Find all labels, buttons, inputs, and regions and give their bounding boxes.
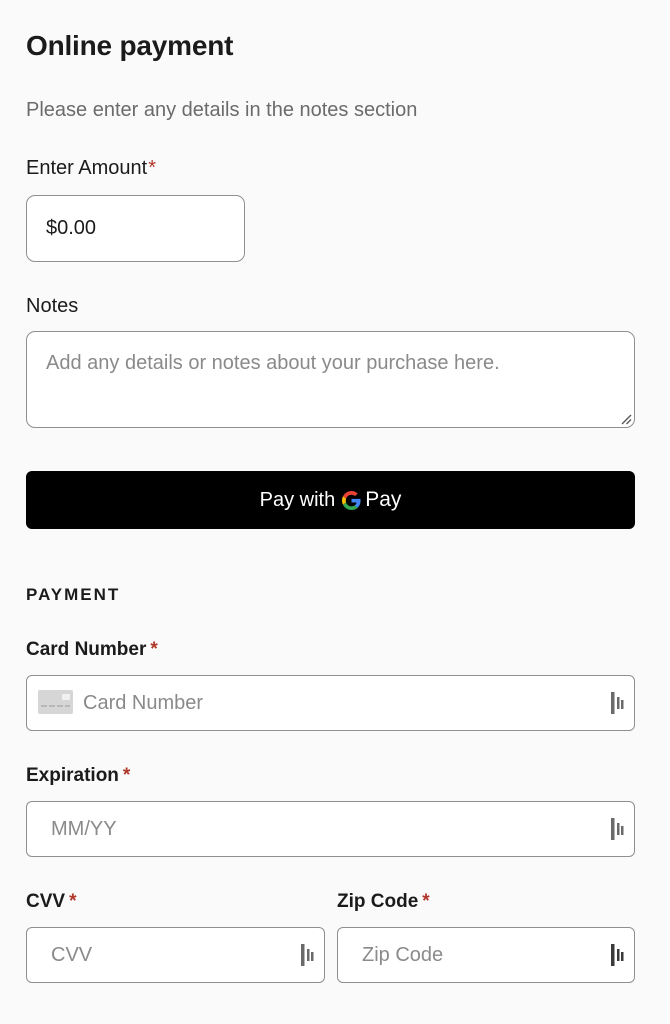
gpay-suffix-text: Pay xyxy=(365,488,402,511)
card-number-label: Card Number * xyxy=(26,639,158,661)
page-subtitle: Please enter any details in the notes se… xyxy=(26,99,418,121)
amount-label: Enter Amount* xyxy=(26,157,156,180)
google-g-icon xyxy=(342,490,361,510)
required-asterisk: * xyxy=(148,157,156,179)
payment-page: Online payment Please enter any details … xyxy=(0,0,670,1024)
zip-code-label-text: Zip Code xyxy=(337,891,419,912)
cvv-label: CVV * xyxy=(26,891,76,913)
payment-section-heading: PAYMENT xyxy=(26,585,121,604)
card-number-label-text: Card Number xyxy=(26,639,147,660)
expiration-field[interactable] xyxy=(26,801,635,857)
cvv-input[interactable] xyxy=(51,928,288,982)
password-manager-icon[interactable] xyxy=(610,692,626,714)
page-title: Online payment xyxy=(26,30,234,61)
password-manager-icon[interactable] xyxy=(610,944,626,966)
required-asterisk: * xyxy=(122,765,131,786)
expiration-label-text: Expiration xyxy=(26,765,119,786)
notes-label: Notes xyxy=(26,295,79,317)
card-number-field[interactable] xyxy=(26,675,635,731)
amount-input[interactable] xyxy=(26,195,245,262)
expiration-input[interactable] xyxy=(51,802,598,856)
cvv-field[interactable] xyxy=(26,927,325,983)
cvv-label-text: CVV xyxy=(26,891,66,912)
required-asterisk: * xyxy=(422,891,430,912)
resize-handle-icon[interactable] xyxy=(620,413,632,425)
required-asterisk: * xyxy=(69,891,77,912)
credit-card-icon xyxy=(38,690,73,714)
notes-textarea[interactable] xyxy=(26,331,635,428)
expiration-label: Expiration * xyxy=(26,765,130,787)
zip-code-input[interactable] xyxy=(362,928,598,982)
zip-code-field[interactable] xyxy=(337,927,635,983)
password-manager-icon[interactable] xyxy=(610,818,626,840)
password-manager-icon[interactable] xyxy=(300,944,316,966)
zip-code-label: Zip Code * xyxy=(337,891,430,913)
gpay-prefix-text: Pay with xyxy=(259,488,336,511)
amount-label-text: Enter Amount xyxy=(26,157,148,179)
required-asterisk: * xyxy=(150,639,158,660)
card-number-input[interactable] xyxy=(83,676,598,730)
google-pay-button[interactable]: Pay with Pay xyxy=(26,471,635,529)
